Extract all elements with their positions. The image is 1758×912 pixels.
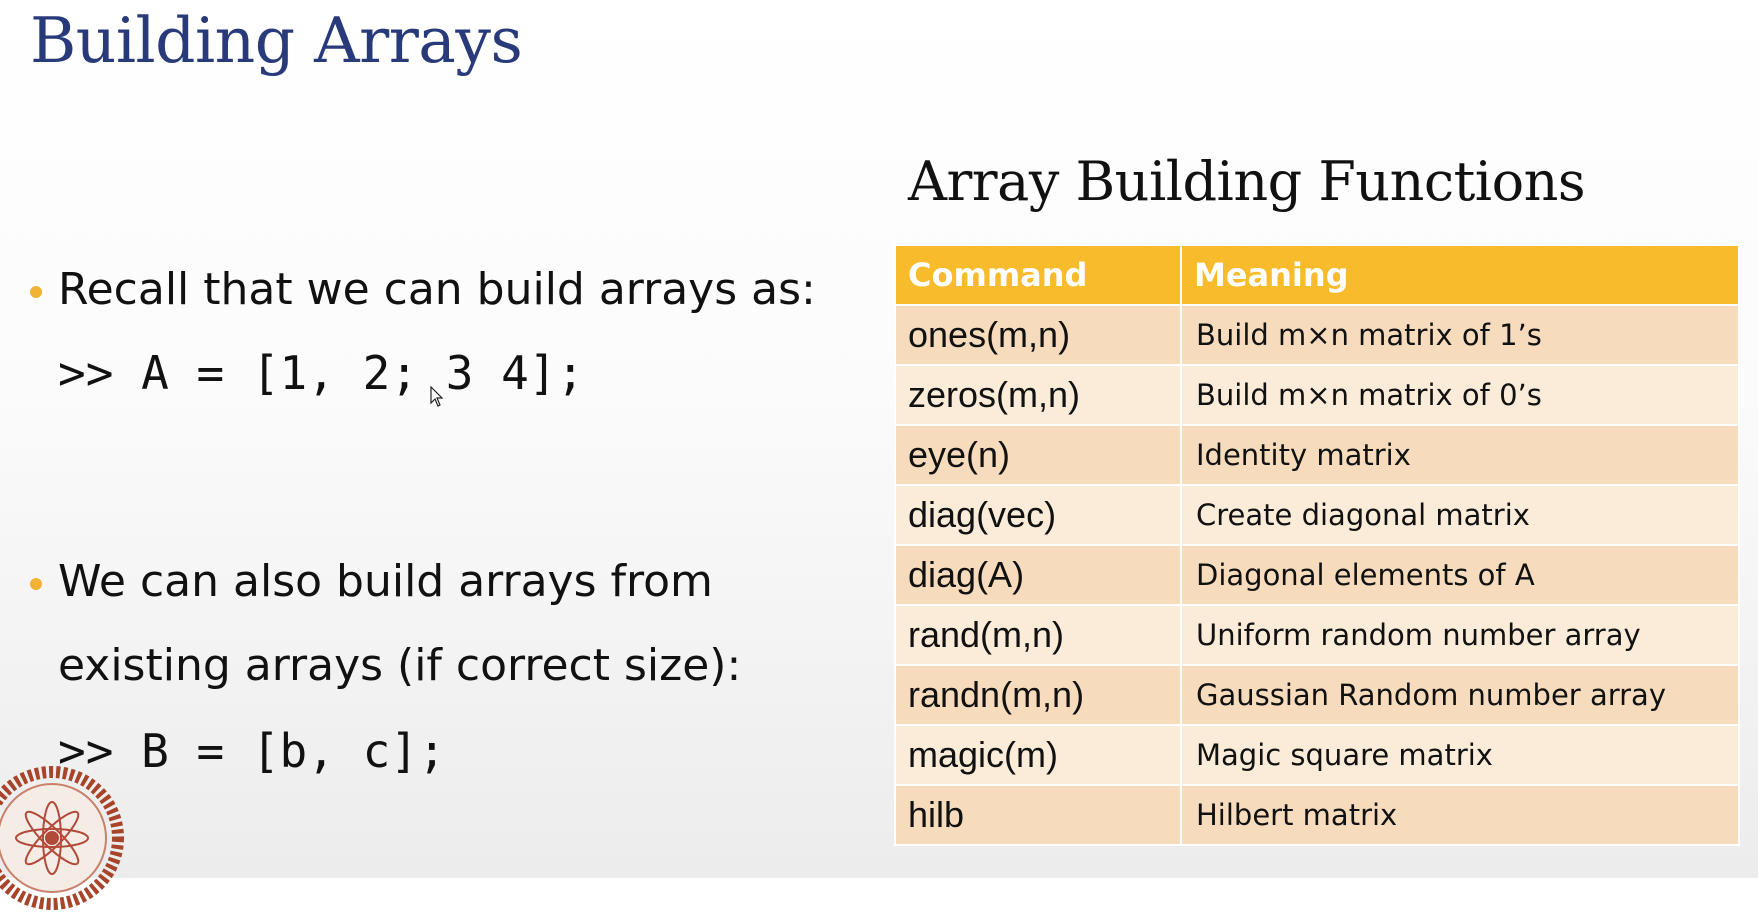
bullet-existing-line2: existing arrays (if correct size): (58, 640, 742, 691)
cell-meaning: Magic square matrix (1180, 724, 1740, 786)
cell-meaning: Create diagonal matrix (1180, 484, 1740, 546)
cell-meaning: Diagonal elements of A (1180, 544, 1740, 606)
cell-meaning: Gaussian Random number array (1180, 664, 1740, 726)
slide-title: Building Arrays (30, 4, 523, 77)
header-meaning: Meaning (1180, 244, 1740, 306)
table-row: diag(A) Diagonal elements of A (894, 544, 1740, 606)
table-row: rand(m,n) Uniform random number array (894, 604, 1740, 666)
table-row: zeros(m,n) Build m×n matrix of 0’s (894, 364, 1740, 426)
cell-meaning: Identity matrix (1180, 424, 1740, 486)
cell-command: diag(vec) (894, 484, 1182, 546)
cell-command: diag(A) (894, 544, 1182, 606)
array-functions-table: Command Meaning ones(m,n) Build m×n matr… (894, 244, 1740, 846)
table-row: randn(m,n) Gaussian Random number array (894, 664, 1740, 726)
table-title: Array Building Functions (908, 150, 1586, 213)
cell-command: zeros(m,n) (894, 364, 1182, 426)
header-command: Command (894, 244, 1182, 306)
bullet-recall: Recall that we can build arrays as: (26, 248, 816, 332)
bullet-recall-text: Recall that we can build arrays as: (58, 264, 816, 315)
table-row: diag(vec) Create diagonal matrix (894, 484, 1740, 546)
table-header-row: Command Meaning (894, 244, 1740, 306)
bullet-dot-icon (30, 578, 42, 590)
cell-command: rand(m,n) (894, 604, 1182, 666)
code-build-array-a: >> A = [1, 2; 3 4]; (58, 346, 585, 400)
table-row: eye(n) Identity matrix (894, 424, 1740, 486)
mouse-pointer-icon (430, 386, 444, 407)
bullet-existing: We can also build arrays from existing a… (26, 540, 741, 708)
cell-command: ones(m,n) (894, 304, 1182, 366)
cell-command: eye(n) (894, 424, 1182, 486)
institute-emblem-icon (0, 766, 124, 910)
table-row: magic(m) Magic square matrix (894, 724, 1740, 786)
cell-meaning: Build m×n matrix of 1’s (1180, 304, 1740, 366)
cell-command: magic(m) (894, 724, 1182, 786)
table-row: ones(m,n) Build m×n matrix of 1’s (894, 304, 1740, 366)
bullet-existing-line1: We can also build arrays from (58, 556, 713, 607)
cell-meaning: Uniform random number array (1180, 604, 1740, 666)
cell-command: hilb (894, 784, 1182, 846)
cell-meaning: Build m×n matrix of 0’s (1180, 364, 1740, 426)
table-row: hilb Hilbert matrix (894, 784, 1740, 846)
cell-command: randn(m,n) (894, 664, 1182, 726)
bullet-dot-icon (30, 286, 42, 298)
cell-meaning: Hilbert matrix (1180, 784, 1740, 846)
